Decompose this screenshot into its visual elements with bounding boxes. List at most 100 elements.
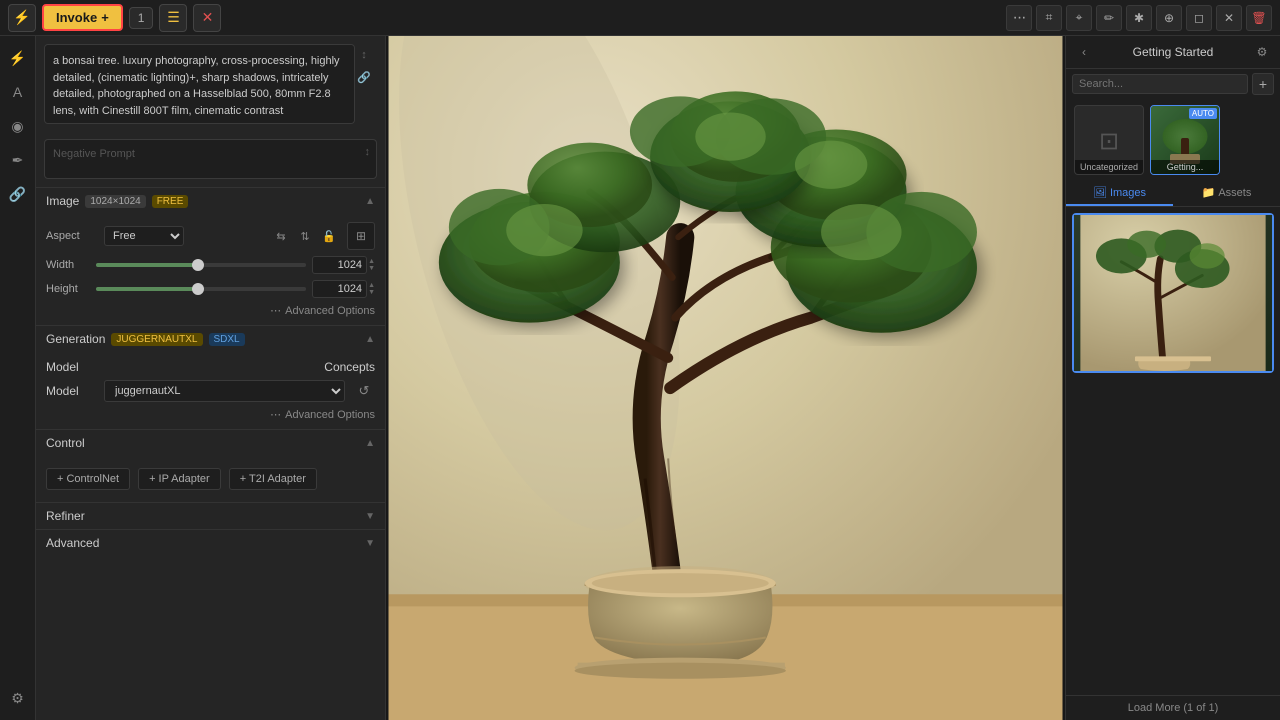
link-icon[interactable]: 🔗	[355, 68, 373, 86]
prompt-area: a bonsai tree. luxury photography, cross…	[36, 36, 385, 135]
sidebar-icon-settings[interactable]: ⚙	[4, 684, 32, 712]
control-section: Control ▲ + ControlNet + IP Adapter + T2…	[36, 429, 385, 502]
ip-adapter-button[interactable]: + IP Adapter	[138, 468, 221, 490]
lock-icon[interactable]: 🔓	[319, 226, 339, 246]
width-input[interactable]: 1024	[312, 256, 367, 274]
cancel-icon[interactable]: ✕	[193, 4, 221, 32]
plus-circle-icon[interactable]: ⊕	[1156, 5, 1182, 31]
width-arrows[interactable]: ▲ ▼	[368, 258, 375, 272]
center-toolbar: ··· ⌗ ⌖ ✏ ✱ ⊕ ◻ ✕ 🗑	[1006, 5, 1272, 31]
lightning-icon[interactable]: ⚡	[8, 4, 36, 32]
topbar: ⚡ Invoke + 1 ☰ ✕ ··· ⌗ ⌖ ✏ ✱ ⊕ ◻ ✕ 🗑	[0, 0, 1280, 36]
more-icon[interactable]: ···	[1006, 5, 1032, 31]
thumb-bonsai[interactable]	[1072, 213, 1274, 373]
controlnet-button[interactable]: + ControlNet	[46, 468, 130, 490]
generation-section-title: Generation	[46, 332, 105, 346]
expand-icon[interactable]: ↕	[355, 46, 373, 64]
generation-section-content: Model Concepts Model juggernautXL stable…	[36, 352, 385, 429]
left-icon-sidebar: ⚡ A ◉ ✒ 🔗 ⚙	[0, 36, 36, 720]
height-slider[interactable]	[96, 287, 306, 291]
width-label: Width	[46, 259, 88, 271]
search-input[interactable]	[1072, 74, 1248, 94]
gen-advanced-options[interactable]: ⋯ Advanced Options	[46, 408, 375, 421]
list-icon[interactable]: ☰	[159, 4, 187, 32]
width-down-arrow[interactable]: ▼	[368, 265, 375, 272]
height-input[interactable]: 1024	[312, 280, 367, 298]
add-board-button[interactable]: +	[1252, 73, 1274, 95]
image-free-badge: FREE	[152, 195, 189, 208]
x-box-icon[interactable]: ✕	[1216, 5, 1242, 31]
model-label: Model	[46, 384, 96, 398]
invoke-label: Invoke	[56, 10, 97, 25]
width-input-wrap: 1024 ▲ ▼	[312, 256, 375, 274]
aspect-row: Aspect Free 1:1 16:9 4:3 ⇆ ⇅ 🔓 ⊞	[46, 222, 375, 250]
sidebar-icon-lightning[interactable]: ⚡	[4, 44, 32, 72]
sidebar-icon-text[interactable]: A	[4, 78, 32, 106]
generation-section: Generation JUGGERNAUTXL SDXL ▲ Model Con…	[36, 325, 385, 429]
control-section-content: + ControlNet + IP Adapter + T2I Adapter	[36, 456, 385, 502]
trash-icon[interactable]: 🗑	[1246, 5, 1272, 31]
image-advanced-icon: ⋯	[270, 304, 281, 317]
images-tab-icon: 🖼	[1093, 186, 1107, 199]
gen-badge1: JUGGERNAUTXL	[111, 333, 202, 346]
board-uncategorized[interactable]: ⊡ Uncategorized	[1074, 105, 1144, 175]
height-row: Height 1024 ▲ ▼	[46, 280, 375, 298]
prompt-icons: ↕ 🔗	[355, 46, 373, 86]
load-more-button[interactable]: Load More (1 of 1)	[1066, 695, 1280, 720]
assets-tab-icon: 📁	[1202, 186, 1216, 199]
model-select[interactable]: juggernautXL stableDiffusion	[104, 380, 345, 402]
flip-v-icon[interactable]: ⇅	[295, 226, 315, 246]
grid-icon[interactable]: ⌗	[1036, 5, 1062, 31]
sidebar-icon-link[interactable]: 🔗	[4, 180, 32, 208]
height-arrows[interactable]: ▲ ▼	[368, 282, 375, 296]
sidebar-icon-pen[interactable]: ✒	[4, 146, 32, 174]
generation-section-header[interactable]: Generation JUGGERNAUTXL SDXL ▲	[36, 326, 385, 352]
gen-advanced-icon: ⋯	[270, 408, 281, 421]
settings-icon[interactable]: ⚙	[1252, 42, 1272, 62]
right-panel-title: Getting Started	[1098, 45, 1248, 59]
invoke-button[interactable]: Invoke +	[42, 4, 123, 31]
prompt-input[interactable]: a bonsai tree. luxury photography, cross…	[44, 44, 355, 124]
width-slider[interactable]	[96, 263, 306, 267]
refiner-section: Refiner ▼	[36, 502, 385, 529]
count-badge: 1	[129, 7, 154, 29]
edit-icon[interactable]: ✏	[1096, 5, 1122, 31]
center-canvas	[386, 36, 1065, 720]
advanced-section-header[interactable]: Advanced ▼	[36, 530, 385, 556]
thumb-bonsai-inner	[1072, 213, 1274, 373]
image-advanced-options[interactable]: ⋯ Advanced Options	[46, 304, 375, 317]
height-up-arrow[interactable]: ▲	[368, 282, 375, 289]
square-icon[interactable]: ◻	[1186, 5, 1212, 31]
star-icon[interactable]: ✱	[1126, 5, 1152, 31]
collapse-icon[interactable]: ‹	[1074, 42, 1094, 62]
negative-prompt-area[interactable]: Negative Prompt ↕	[44, 139, 377, 179]
height-down-arrow[interactable]: ▼	[368, 289, 375, 296]
board-getting-started[interactable]: AUTO Getting...	[1150, 105, 1220, 175]
auto-badge: AUTO	[1189, 108, 1217, 119]
sidebar-icon-circle[interactable]: ◉	[4, 112, 32, 140]
control-section-header[interactable]: Control ▲	[36, 430, 385, 456]
aspect-label: Aspect	[46, 230, 96, 242]
image-section-header[interactable]: Image 1024×1024 FREE ▲	[36, 188, 385, 214]
width-row: Width 1024 ▲ ▼	[46, 256, 375, 274]
right-panel-header: ‹ Getting Started ⚙	[1066, 36, 1280, 69]
fit-icon[interactable]: ⊞	[347, 222, 375, 250]
thumb-bonsai-svg	[1074, 215, 1272, 371]
image-section: Image 1024×1024 FREE ▲ Aspect Free 1:1 1…	[36, 187, 385, 325]
target-icon[interactable]: ⌖	[1066, 5, 1092, 31]
panel-tabs: 🖼 Images 📁 Assets	[1066, 181, 1280, 207]
refiner-section-header[interactable]: Refiner ▼	[36, 503, 385, 529]
images-tab-label: Images	[1110, 187, 1146, 199]
height-label: Height	[46, 283, 88, 295]
width-slider-wrap: 1024 ▲ ▼	[96, 256, 375, 274]
flip-h-icon[interactable]: ⇆	[271, 226, 291, 246]
tab-assets[interactable]: 📁 Assets	[1173, 181, 1280, 206]
height-slider-wrap: 1024 ▲ ▼	[96, 280, 375, 298]
t2i-adapter-button[interactable]: + T2I Adapter	[229, 468, 317, 490]
refresh-icon[interactable]: ↺	[353, 380, 375, 402]
tab-images[interactable]: 🖼 Images	[1066, 181, 1173, 206]
aspect-select[interactable]: Free 1:1 16:9 4:3	[104, 226, 184, 246]
bonsai-svg	[386, 36, 1065, 720]
uncategorized-icon: ⊡	[1099, 127, 1119, 156]
width-up-arrow[interactable]: ▲	[368, 258, 375, 265]
